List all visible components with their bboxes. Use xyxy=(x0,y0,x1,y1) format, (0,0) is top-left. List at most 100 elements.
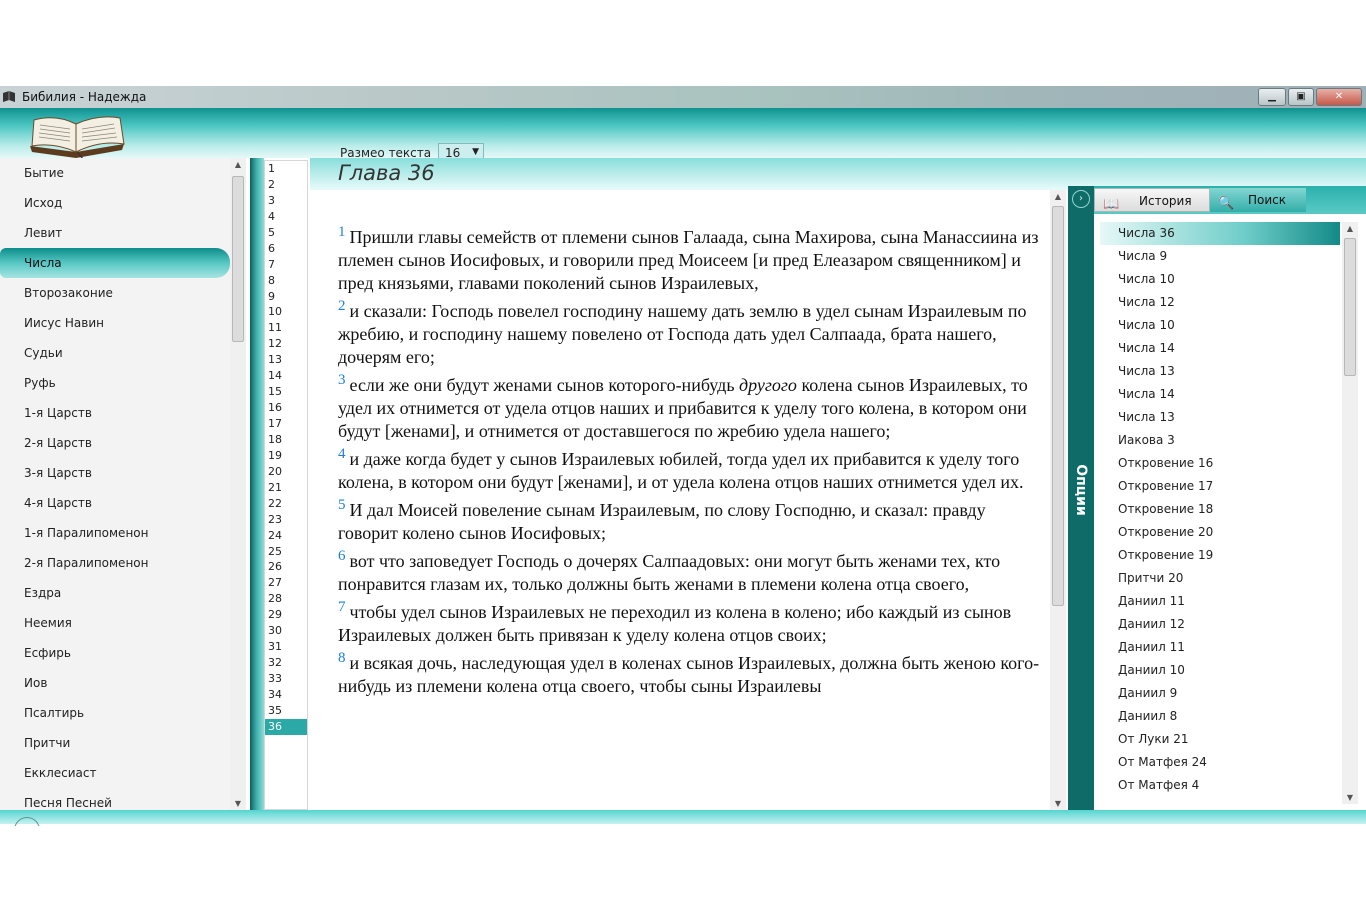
scroll-down-icon[interactable]: ▼ xyxy=(1342,793,1358,802)
chapter-item[interactable]: 27 xyxy=(265,575,307,591)
chapter-item[interactable]: 12 xyxy=(265,336,307,352)
history-item[interactable]: От Матфея 4 xyxy=(1100,774,1340,797)
history-item[interactable]: Числа 13 xyxy=(1100,360,1340,383)
verse-number[interactable]: 8 xyxy=(338,650,346,666)
chapter-item[interactable]: 24 xyxy=(265,528,307,544)
history-item[interactable]: Даниил 11 xyxy=(1100,636,1340,659)
chapter-item[interactable]: 17 xyxy=(265,416,307,432)
book-item[interactable]: 1-я Паралипоменон xyxy=(0,518,230,548)
chapter-item[interactable]: 26 xyxy=(265,559,307,575)
chapter-item[interactable]: 7 xyxy=(265,257,307,273)
scroll-down-icon[interactable]: ▼ xyxy=(1050,799,1066,808)
chapter-item[interactable]: 3 xyxy=(265,193,307,209)
history-item[interactable]: Откровение 20 xyxy=(1100,521,1340,544)
book-item[interactable]: Исход xyxy=(0,188,230,218)
reading-scroll-thumb[interactable] xyxy=(1052,206,1064,606)
history-scrollbar[interactable]: ▲ ▼ xyxy=(1342,222,1358,804)
verse-number[interactable]: 4 xyxy=(338,446,346,462)
book-item[interactable]: Второзаконие xyxy=(0,278,230,308)
scroll-down-icon[interactable]: ▼ xyxy=(230,799,246,808)
chapter-item[interactable]: 35 xyxy=(265,703,307,719)
footer-circle-icon[interactable] xyxy=(14,817,40,826)
chapter-item[interactable]: 23 xyxy=(265,512,307,528)
chapter-item[interactable]: 1 xyxy=(265,161,307,177)
scroll-up-icon[interactable]: ▲ xyxy=(230,160,246,169)
verse-number[interactable]: 2 xyxy=(338,298,346,314)
history-item[interactable]: Даниил 10 xyxy=(1100,659,1340,682)
history-item[interactable]: Откровение 18 xyxy=(1100,498,1340,521)
tab-history[interactable]: 📖 История xyxy=(1094,188,1210,212)
chapter-item[interactable]: 34 xyxy=(265,687,307,703)
book-item[interactable]: Ездра xyxy=(0,578,230,608)
scroll-up-icon[interactable]: ▲ xyxy=(1050,192,1066,201)
verse-number[interactable]: 7 xyxy=(338,599,346,615)
history-item[interactable]: Даниил 8 xyxy=(1100,705,1340,728)
book-item[interactable]: Екклесиаст xyxy=(0,758,230,788)
book-item[interactable]: Руфь xyxy=(0,368,230,398)
chapter-item[interactable]: 9 xyxy=(265,289,307,305)
verse-number[interactable]: 1 xyxy=(338,224,346,240)
history-item[interactable]: Даниил 9 xyxy=(1100,682,1340,705)
books-scrollbar[interactable]: ▲ ▼ xyxy=(230,158,246,810)
chapter-item[interactable]: 20 xyxy=(265,464,307,480)
book-item[interactable]: Судьи xyxy=(0,338,230,368)
chapter-item[interactable]: 13 xyxy=(265,352,307,368)
history-item[interactable]: Числа 36 xyxy=(1100,222,1340,245)
chapter-item[interactable]: 11 xyxy=(265,320,307,336)
history-item[interactable]: Даниил 12 xyxy=(1100,613,1340,636)
options-panel-toggle[interactable]: › Опции xyxy=(1068,186,1094,810)
collapse-arrow-icon[interactable]: › xyxy=(1072,190,1090,208)
history-item[interactable]: От Луки 21 xyxy=(1100,728,1340,751)
chapter-item[interactable]: 6 xyxy=(265,241,307,257)
chapter-item[interactable]: 15 xyxy=(265,384,307,400)
chapter-item[interactable]: 31 xyxy=(265,639,307,655)
history-item[interactable]: Откровение 17 xyxy=(1100,475,1340,498)
chapter-item[interactable]: 33 xyxy=(265,671,307,687)
book-item[interactable]: Песня Песней xyxy=(0,788,230,810)
chapter-item[interactable]: 28 xyxy=(265,591,307,607)
book-item[interactable]: 1-я Царств xyxy=(0,398,230,428)
history-item[interactable]: От Матфея 24 xyxy=(1100,751,1340,774)
reading-scrollbar[interactable]: ▲ ▼ xyxy=(1050,190,1066,810)
chapter-item[interactable]: 19 xyxy=(265,448,307,464)
history-item[interactable]: Числа 14 xyxy=(1100,337,1340,360)
close-button[interactable]: ✕ xyxy=(1316,88,1362,106)
verse-number[interactable]: 6 xyxy=(338,548,346,564)
book-item[interactable]: Числа xyxy=(0,248,230,278)
chapter-item[interactable]: 29 xyxy=(265,607,307,623)
maximize-button[interactable]: ▣ xyxy=(1288,88,1314,106)
history-item[interactable]: Откровение 16 xyxy=(1100,452,1340,475)
chapter-item[interactable]: 16 xyxy=(265,400,307,416)
history-item[interactable]: Даниил 11 xyxy=(1100,590,1340,613)
chapter-item[interactable]: 36 xyxy=(265,718,307,735)
history-item[interactable]: Иакова 3 xyxy=(1100,429,1340,452)
history-item[interactable]: Числа 13 xyxy=(1100,406,1340,429)
verse-number[interactable]: 3 xyxy=(338,372,346,388)
book-item[interactable]: Иисус Навин xyxy=(0,308,230,338)
book-item[interactable]: 2-я Паралипоменон xyxy=(0,548,230,578)
book-item[interactable]: 2-я Царств xyxy=(0,428,230,458)
history-item[interactable]: Числа 10 xyxy=(1100,314,1340,337)
chapter-item[interactable]: 22 xyxy=(265,496,307,512)
chapter-item[interactable]: 14 xyxy=(265,368,307,384)
history-item[interactable]: Откровение 19 xyxy=(1100,544,1340,567)
chapter-item[interactable]: 10 xyxy=(265,304,307,320)
history-item[interactable]: Числа 10 xyxy=(1100,268,1340,291)
book-item[interactable]: Есфирь xyxy=(0,638,230,668)
book-item[interactable]: Псалтирь xyxy=(0,698,230,728)
history-scroll-thumb[interactable] xyxy=(1344,238,1356,376)
history-item[interactable]: Числа 14 xyxy=(1100,383,1340,406)
tab-search[interactable]: 🔍 Поиск xyxy=(1210,188,1306,212)
chapter-item[interactable]: 5 xyxy=(265,225,307,241)
book-item[interactable]: Иов xyxy=(0,668,230,698)
chapter-item[interactable]: 8 xyxy=(265,273,307,289)
chapter-item[interactable]: 4 xyxy=(265,209,307,225)
chapter-item[interactable]: 32 xyxy=(265,655,307,671)
book-item[interactable]: Левит xyxy=(0,218,230,248)
scroll-up-icon[interactable]: ▲ xyxy=(1342,224,1358,233)
minimize-button[interactable]: ▁ xyxy=(1258,88,1286,106)
book-item[interactable]: 3-я Царств xyxy=(0,458,230,488)
history-item[interactable]: Числа 12 xyxy=(1100,291,1340,314)
book-item[interactable]: 4-я Царств xyxy=(0,488,230,518)
chapter-item[interactable]: 21 xyxy=(265,480,307,496)
